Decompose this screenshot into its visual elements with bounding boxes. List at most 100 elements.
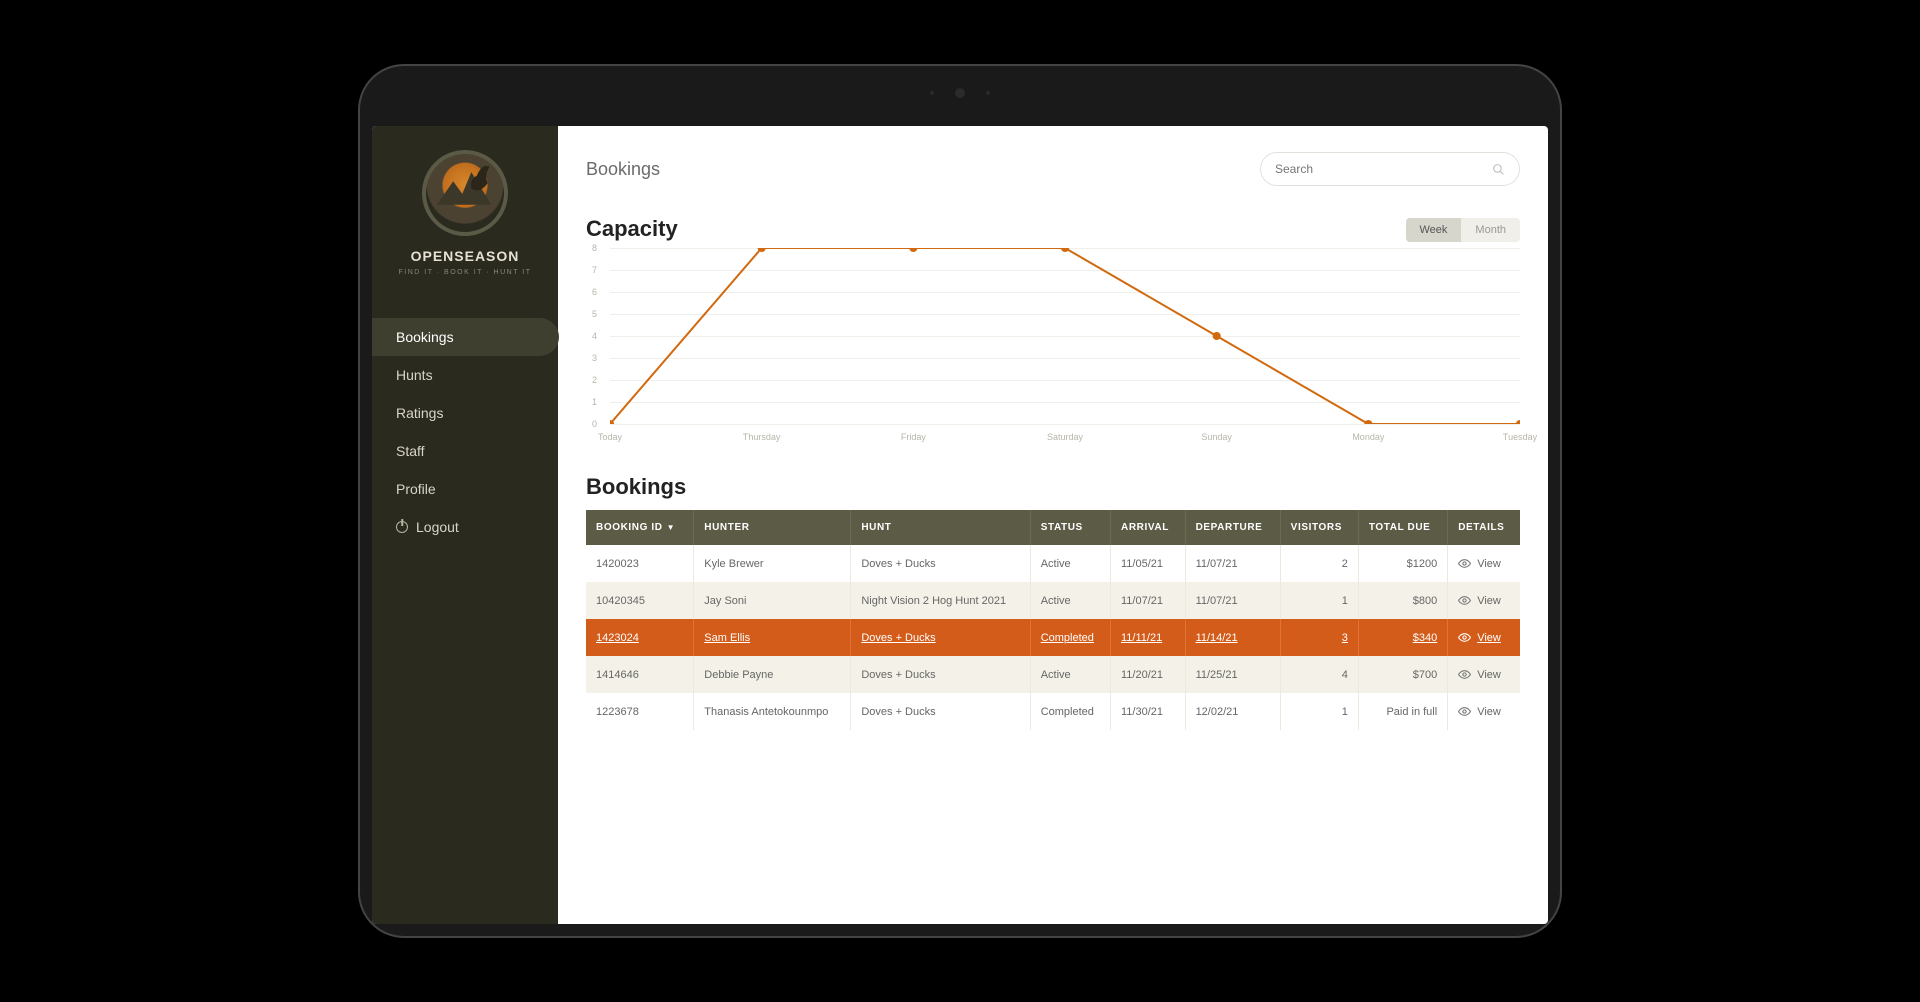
search-container[interactable] bbox=[1260, 152, 1520, 186]
table-row[interactable]: 1423024Sam EllisDoves + DucksCompleted11… bbox=[586, 619, 1520, 656]
cell-hunter: Thanasis Antetokounmpo bbox=[694, 693, 851, 730]
cell-departure: 11/07/21 bbox=[1185, 545, 1280, 582]
cell-status: Active bbox=[1030, 656, 1110, 693]
chart-y-tick: 8 bbox=[592, 243, 597, 253]
sidebar-item-staff[interactable]: Staff bbox=[372, 432, 559, 470]
column-header[interactable]: ARRIVAL bbox=[1111, 510, 1186, 545]
sidebar-item-ratings[interactable]: Ratings bbox=[372, 394, 559, 432]
main-content: Bookings Capacity WeekMonth 012345678Tod… bbox=[558, 126, 1548, 924]
search-icon bbox=[1492, 163, 1505, 176]
column-header[interactable]: HUNT bbox=[851, 510, 1030, 545]
cell-total: $800 bbox=[1358, 582, 1447, 619]
table-row[interactable]: 1414646Debbie PayneDoves + DucksActive11… bbox=[586, 656, 1520, 693]
chart-y-tick: 3 bbox=[592, 353, 597, 363]
chart-y-tick: 7 bbox=[592, 265, 597, 275]
cell-status: Active bbox=[1030, 545, 1110, 582]
brand-tagline: FIND IT · BOOK IT · HUNT IT bbox=[398, 269, 531, 276]
cell-details[interactable]: View bbox=[1448, 545, 1520, 582]
cell-status: Completed bbox=[1030, 693, 1110, 730]
capacity-title: Capacity bbox=[586, 216, 678, 242]
view-link[interactable]: View bbox=[1477, 706, 1501, 718]
cell-status: Active bbox=[1030, 582, 1110, 619]
search-input[interactable] bbox=[1275, 162, 1492, 176]
cell-total: $340 bbox=[1358, 619, 1447, 656]
column-header[interactable]: TOTAL DUE bbox=[1358, 510, 1447, 545]
cell-id: 10420345 bbox=[586, 582, 694, 619]
cell-hunt: Doves + Ducks bbox=[851, 656, 1030, 693]
chart-x-tick: Tuesday bbox=[1503, 432, 1537, 442]
app-screen: OPENSEASON FIND IT · BOOK IT · HUNT IT B… bbox=[372, 126, 1548, 924]
cell-departure: 12/02/21 bbox=[1185, 693, 1280, 730]
cell-details[interactable]: View bbox=[1448, 619, 1520, 656]
column-header[interactable]: VISITORS bbox=[1280, 510, 1358, 545]
range-toggle-month[interactable]: Month bbox=[1461, 218, 1520, 242]
sidebar: OPENSEASON FIND IT · BOOK IT · HUNT IT B… bbox=[372, 126, 558, 924]
eye-icon bbox=[1458, 668, 1471, 681]
view-link[interactable]: View bbox=[1477, 669, 1501, 681]
sidebar-item-profile[interactable]: Profile bbox=[372, 470, 559, 508]
table-header-row: BOOKING ID▼HUNTERHUNTSTATUSARRIVALDEPART… bbox=[586, 510, 1520, 545]
sidebar-item-hunts[interactable]: Hunts bbox=[372, 356, 559, 394]
cell-departure: 11/14/21 bbox=[1185, 619, 1280, 656]
capacity-line-plot bbox=[610, 248, 1520, 424]
column-header[interactable]: HUNTER bbox=[694, 510, 851, 545]
chart-y-tick: 1 bbox=[592, 397, 597, 407]
sidebar-item-label: Staff bbox=[396, 443, 425, 459]
eye-icon bbox=[1458, 631, 1471, 644]
sidebar-item-label: Logout bbox=[416, 519, 459, 535]
topbar: Bookings bbox=[586, 152, 1520, 186]
cell-visitors: 1 bbox=[1280, 693, 1358, 730]
sidebar-item-label: Ratings bbox=[396, 405, 443, 421]
range-toggle-week[interactable]: Week bbox=[1406, 218, 1462, 242]
eye-icon bbox=[1458, 705, 1471, 718]
column-header[interactable]: DEPARTURE bbox=[1185, 510, 1280, 545]
cell-visitors: 1 bbox=[1280, 582, 1358, 619]
capacity-chart: 012345678TodayThursdayFridaySaturdaySund… bbox=[586, 248, 1520, 448]
chart-y-tick: 0 bbox=[592, 419, 597, 429]
chart-x-tick: Saturday bbox=[1047, 432, 1083, 442]
cell-details[interactable]: View bbox=[1448, 582, 1520, 619]
cell-total: $700 bbox=[1358, 656, 1447, 693]
cell-id: 1423024 bbox=[586, 619, 694, 656]
sidebar-item-label: Profile bbox=[396, 481, 436, 497]
column-header[interactable]: BOOKING ID▼ bbox=[586, 510, 694, 545]
column-header[interactable]: DETAILS bbox=[1448, 510, 1520, 545]
cell-id: 1223678 bbox=[586, 693, 694, 730]
cell-hunt: Doves + Ducks bbox=[851, 619, 1030, 656]
cell-arrival: 11/11/21 bbox=[1111, 619, 1186, 656]
table-row[interactable]: 10420345Jay SoniNight Vision 2 Hog Hunt … bbox=[586, 582, 1520, 619]
cell-details[interactable]: View bbox=[1448, 656, 1520, 693]
view-link[interactable]: View bbox=[1477, 595, 1501, 607]
cell-hunt: Doves + Ducks bbox=[851, 545, 1030, 582]
cell-id: 1420023 bbox=[586, 545, 694, 582]
sidebar-nav: Bookings Hunts Ratings Staff Profile Logout bbox=[372, 318, 558, 546]
cell-departure: 11/07/21 bbox=[1185, 582, 1280, 619]
cell-total: $1200 bbox=[1358, 545, 1447, 582]
power-icon bbox=[396, 521, 408, 533]
sidebar-item-logout[interactable]: Logout bbox=[372, 508, 559, 546]
table-row[interactable]: 1223678Thanasis AntetokounmpoDoves + Duc… bbox=[586, 693, 1520, 730]
view-link[interactable]: View bbox=[1477, 632, 1501, 644]
cell-arrival: 11/20/21 bbox=[1111, 656, 1186, 693]
sidebar-item-label: Bookings bbox=[396, 329, 454, 345]
view-link[interactable]: View bbox=[1477, 558, 1501, 570]
cell-visitors: 2 bbox=[1280, 545, 1358, 582]
cell-hunt: Night Vision 2 Hog Hunt 2021 bbox=[851, 582, 1030, 619]
cell-hunter: Sam Ellis bbox=[694, 619, 851, 656]
page-title: Bookings bbox=[586, 159, 660, 180]
cell-hunter: Jay Soni bbox=[694, 582, 851, 619]
brand-logo: OPENSEASON FIND IT · BOOK IT · HUNT IT bbox=[372, 150, 558, 276]
cell-visitors: 3 bbox=[1280, 619, 1358, 656]
sidebar-item-bookings[interactable]: Bookings bbox=[372, 318, 559, 356]
cell-hunt: Doves + Ducks bbox=[851, 693, 1030, 730]
cell-id: 1414646 bbox=[586, 656, 694, 693]
cell-details[interactable]: View bbox=[1448, 693, 1520, 730]
bookings-table: BOOKING ID▼HUNTERHUNTSTATUSARRIVALDEPART… bbox=[586, 510, 1520, 730]
chart-x-tick: Monday bbox=[1352, 432, 1384, 442]
column-header[interactable]: STATUS bbox=[1030, 510, 1110, 545]
brand-logo-icon bbox=[422, 150, 508, 236]
cell-visitors: 4 bbox=[1280, 656, 1358, 693]
chart-x-tick: Sunday bbox=[1201, 432, 1232, 442]
table-row[interactable]: 1420023Kyle BrewerDoves + DucksActive11/… bbox=[586, 545, 1520, 582]
bookings-title: Bookings bbox=[586, 474, 1520, 500]
